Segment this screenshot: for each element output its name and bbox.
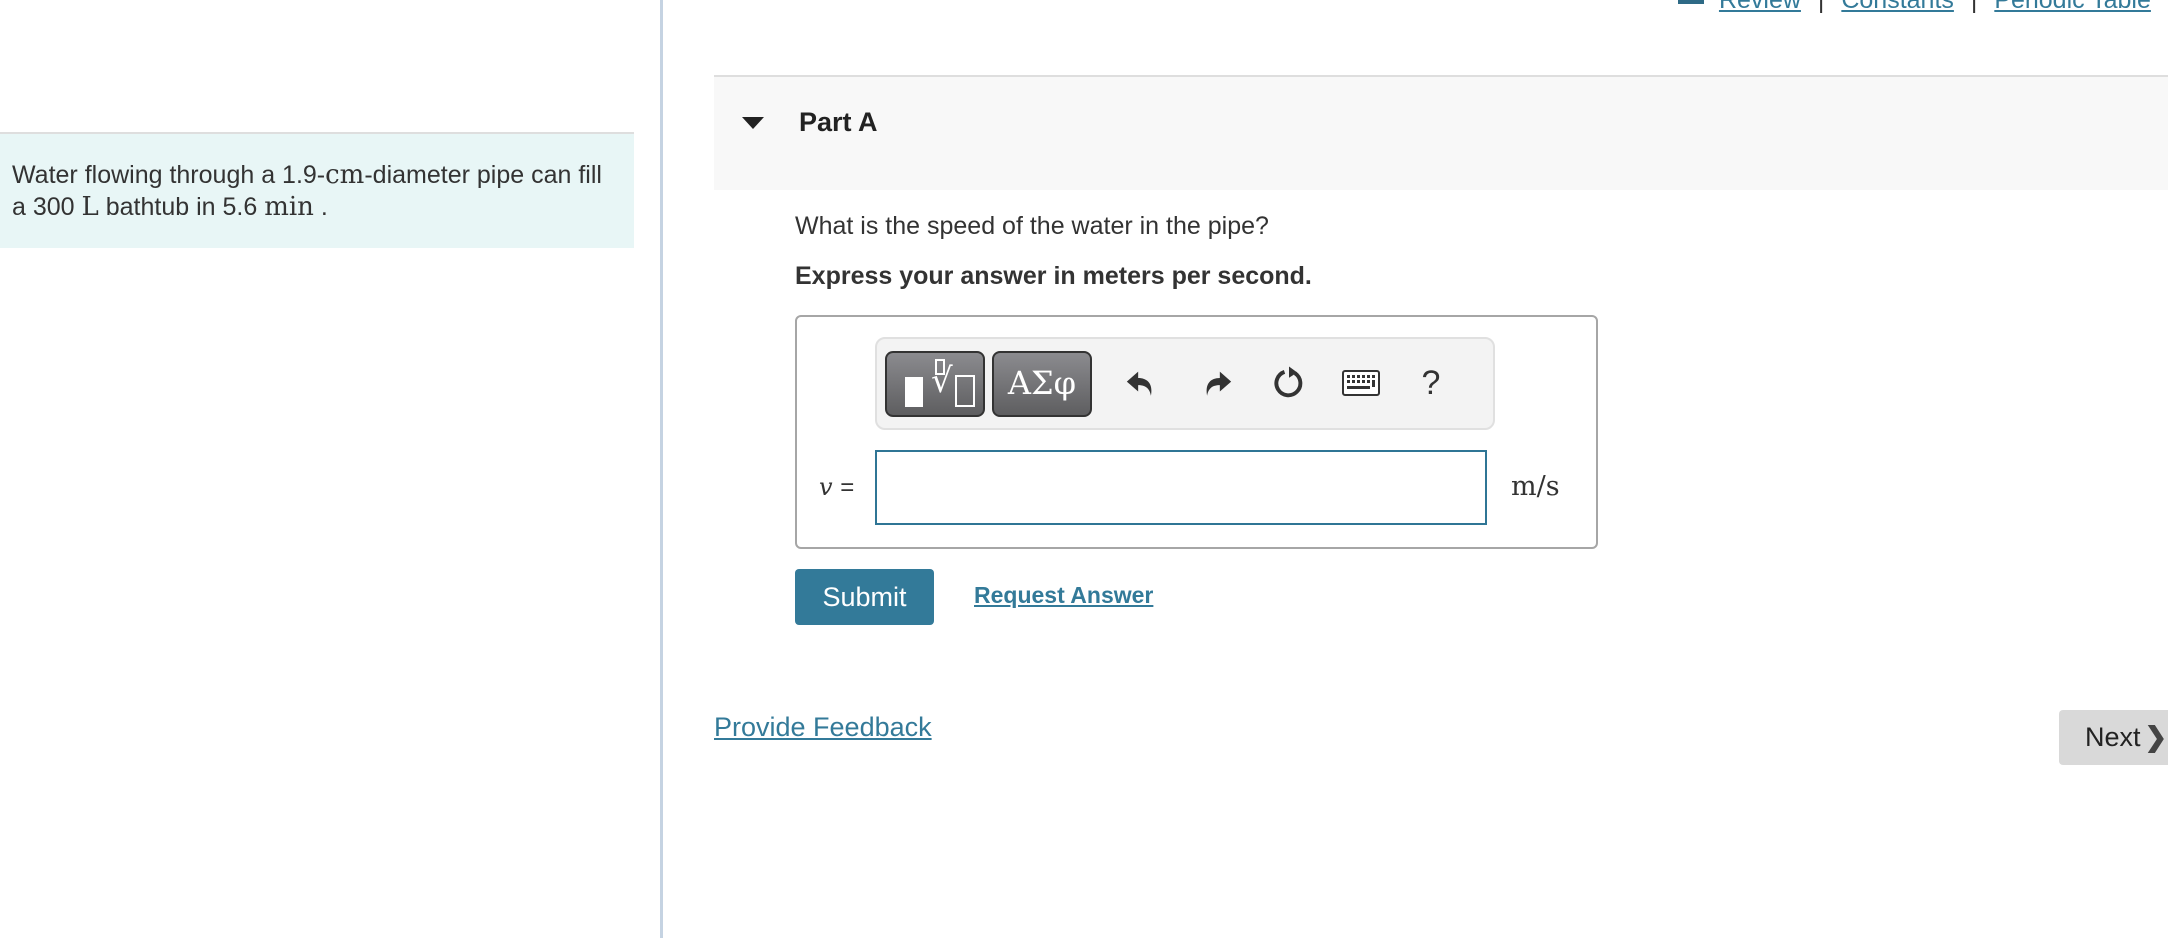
link-separator: | — [1817, 0, 1825, 14]
constants-link[interactable]: Constants — [1841, 0, 1954, 14]
answer-box: √ ΑΣφ ? v = m/s — [795, 315, 1598, 549]
instruction-text: Express your answer in meters per second… — [795, 262, 1312, 290]
intro-text: Water flowing through a 1.9- — [12, 161, 326, 189]
equals-sign: = — [840, 474, 855, 501]
request-answer-link[interactable]: Request Answer — [974, 582, 1153, 609]
radicand-box-icon — [955, 375, 975, 407]
link-separator: | — [1970, 0, 1978, 14]
part-a-header[interactable]: Part A — [714, 75, 2168, 190]
periodic-table-link[interactable]: Periodic Table — [1994, 0, 2151, 14]
keyboard-icon[interactable] — [1339, 361, 1383, 405]
collapse-caret-icon[interactable] — [742, 117, 764, 129]
radical-icon: √ — [931, 361, 953, 401]
variable-symbol: v — [819, 473, 833, 501]
redo-icon[interactable] — [1195, 361, 1239, 405]
book-icon — [1678, 0, 1704, 5]
next-button[interactable]: Next ❯ — [2059, 710, 2168, 765]
unit-min: min — [264, 192, 314, 222]
review-link[interactable]: Review — [1719, 0, 1801, 14]
variable-label: v = — [819, 473, 854, 502]
chevron-right-icon: ❯ — [2144, 722, 2168, 752]
next-label: Next — [2085, 722, 2141, 752]
problem-statement: Water flowing through a 1.9-cm-diameter … — [0, 132, 634, 248]
intro-text: bathtub in 5.6 — [98, 193, 265, 221]
unit-cm: cm — [325, 160, 365, 190]
intro-text: . — [313, 193, 328, 221]
undo-icon[interactable] — [1119, 361, 1163, 405]
answer-input[interactable] — [875, 450, 1487, 525]
template-block-icon — [905, 377, 923, 407]
templates-button[interactable]: √ — [885, 351, 985, 417]
help-button[interactable]: ? — [1409, 361, 1453, 405]
reset-icon[interactable] — [1267, 361, 1311, 405]
pane-divider[interactable] — [660, 0, 663, 938]
part-title: Part A — [799, 107, 878, 137]
unit-label: m/s — [1511, 471, 1560, 502]
top-links: Review | Constants | Periodic Table — [1678, 0, 2151, 15]
question-text: What is the speed of the water in the pi… — [795, 212, 1269, 240]
unit-liters: L — [81, 192, 99, 222]
submit-button[interactable]: Submit — [795, 569, 934, 625]
greek-symbols-button[interactable]: ΑΣφ — [992, 351, 1092, 417]
provide-feedback-link[interactable]: Provide Feedback — [714, 712, 932, 743]
math-toolbar: √ ΑΣφ ? — [875, 337, 1495, 430]
